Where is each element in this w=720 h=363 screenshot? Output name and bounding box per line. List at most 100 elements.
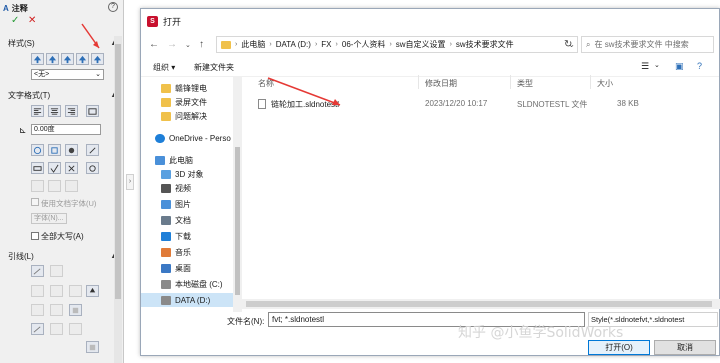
pm-title-text: 注释 xyxy=(11,3,28,13)
new-folder-button[interactable]: 新建文件夹 xyxy=(194,62,234,73)
all-caps-checkbox[interactable] xyxy=(31,232,39,240)
leader-style-button[interactable] xyxy=(31,323,44,335)
leader-extra-button[interactable] xyxy=(69,323,82,335)
leader-attach-button[interactable] xyxy=(86,341,99,353)
nav-scrollbar-thumb[interactable] xyxy=(235,147,240,295)
filename-label: 文件名(N): xyxy=(227,317,265,326)
nav-item[interactable]: 此电脑 xyxy=(141,153,242,167)
organize-button[interactable]: 组织 ▾ xyxy=(153,62,175,73)
nav-item[interactable]: 下载 xyxy=(141,229,242,243)
column-header-modified[interactable]: 修改日期 xyxy=(425,78,457,89)
address-bar[interactable]: › 此电脑 › DATA (D:) › FX › 06-个人资料 › sw自定义… xyxy=(216,36,578,53)
nav-item[interactable]: 视频 xyxy=(141,181,242,195)
style-select[interactable]: <无> ⌄ xyxy=(31,69,104,80)
nav-item[interactable]: 本地磁盘 (C:) xyxy=(141,277,242,291)
graphics-area[interactable]: › xyxy=(124,0,140,363)
gtol-button[interactable] xyxy=(31,162,44,174)
cancel-button[interactable]: 取消 xyxy=(654,340,716,355)
nav-item-label: 3D 对象 xyxy=(175,169,204,179)
leader-thickness-button[interactable] xyxy=(50,323,63,335)
nav-item[interactable]: 图片 xyxy=(141,197,242,211)
nav-item[interactable]: 录屏文件 xyxy=(141,95,242,109)
angle-input[interactable]: 0.00度 xyxy=(31,124,101,135)
align-left-button[interactable] xyxy=(31,105,44,117)
hole-callout-button[interactable] xyxy=(86,162,99,174)
list-horizontal-scrollbar[interactable] xyxy=(242,299,720,309)
back-icon[interactable]: ← xyxy=(149,39,159,50)
leader-underline-button[interactable] xyxy=(50,285,63,297)
search-input[interactable]: ⌕ 在 sw技术要求文件 中搜索 xyxy=(581,36,714,53)
breadcrumb[interactable]: sw自定义设置 xyxy=(393,39,449,50)
breadcrumb[interactable]: DATA (D:) xyxy=(273,40,314,49)
weld-symbol-button[interactable] xyxy=(65,162,78,174)
leader-right-button[interactable] xyxy=(50,304,63,316)
delete-style-button[interactable] xyxy=(61,53,74,65)
recent-locations-icon[interactable]: ⌄ xyxy=(185,41,191,49)
stack-button[interactable] xyxy=(31,180,44,192)
link-property-button[interactable] xyxy=(48,144,61,156)
watermark: 知乎 @小鱼学SolidWorks xyxy=(458,325,624,341)
datum-button[interactable] xyxy=(48,180,61,192)
breadcrumb[interactable]: 06-个人资料 xyxy=(339,39,389,50)
nav-item[interactable]: 3D 对象 xyxy=(141,167,242,181)
text-format-section-header[interactable]: 文字格式(T) ▲ xyxy=(8,90,120,102)
refresh-icon[interactable]: ↻ xyxy=(564,39,572,50)
column-header-type[interactable]: 类型 xyxy=(517,78,533,89)
document-icon xyxy=(161,215,171,225)
nav-item[interactable]: OneDrive - Perso xyxy=(141,131,242,145)
lock-symbol-button[interactable] xyxy=(86,144,99,156)
leader-section-header[interactable]: 引线(L) ▲ xyxy=(8,251,120,263)
view-icon[interactable]: ☰ xyxy=(641,61,649,72)
nav-scrollbar[interactable] xyxy=(233,77,242,312)
help-button[interactable]: ? xyxy=(108,2,118,12)
list-scrollbar-thumb[interactable] xyxy=(246,301,712,307)
add-style-button[interactable] xyxy=(46,53,59,65)
column-header-size[interactable]: 大小 xyxy=(597,78,613,89)
chevron-down-icon[interactable]: ⌄ xyxy=(654,61,660,69)
ok-button[interactable]: ✓ xyxy=(11,15,19,26)
column-header-name[interactable]: 名称 xyxy=(258,78,274,89)
leader-arrow-button[interactable] xyxy=(86,285,99,297)
nav-item[interactable]: 赣锋锂电 xyxy=(141,81,242,95)
surface-finish-button[interactable] xyxy=(48,162,61,174)
preview-pane-icon[interactable]: ▣ xyxy=(675,61,684,72)
format-button[interactable] xyxy=(65,180,78,192)
load-style-button[interactable] xyxy=(91,53,104,65)
open-button[interactable]: 打开(O) xyxy=(588,340,650,355)
expand-handle[interactable]: › xyxy=(126,174,134,190)
leader-auto-button[interactable] xyxy=(31,265,44,277)
cancel-pm-button[interactable]: ✕ xyxy=(28,15,36,26)
up-icon[interactable]: ↑ xyxy=(199,39,204,50)
font-button[interactable]: 字体(N)... xyxy=(31,213,67,224)
nav-item[interactable]: 音乐 xyxy=(141,245,242,259)
breadcrumb[interactable]: 此电脑 xyxy=(238,39,268,50)
justify-button[interactable] xyxy=(86,105,99,117)
file-type: SLDNOTESTL 文件 xyxy=(517,100,588,109)
pm-scrollbar-thumb[interactable] xyxy=(115,44,121,299)
breadcrumb[interactable]: sw技术要求文件 xyxy=(453,39,517,50)
nav-item[interactable]: 问题解决 xyxy=(141,109,242,123)
leader-left-button[interactable] xyxy=(31,304,44,316)
leader-bent-button[interactable] xyxy=(31,285,44,297)
align-center-button[interactable] xyxy=(48,105,61,117)
hyperlink-button[interactable] xyxy=(31,144,44,156)
help-icon[interactable]: ? xyxy=(697,61,702,71)
nav-item[interactable]: 文档 xyxy=(141,213,242,227)
use-doc-font-checkbox[interactable] xyxy=(31,198,39,206)
nav-item-label: 本地磁盘 (C:) xyxy=(175,279,223,289)
leader-spline-button[interactable] xyxy=(69,285,82,297)
align-right-button[interactable] xyxy=(65,105,78,117)
leader-nearest-button[interactable] xyxy=(69,304,82,316)
nav-item[interactable]: 桌面 xyxy=(141,261,242,275)
pm-title: A 注释 xyxy=(3,2,28,14)
style-section-header[interactable]: 样式(S) ▲ xyxy=(8,38,120,50)
nav-item[interactable]: DATA (D:) xyxy=(141,293,242,307)
symbol-button[interactable] xyxy=(65,144,78,156)
forward-icon[interactable]: → xyxy=(167,39,177,50)
pm-scrollbar[interactable] xyxy=(114,36,122,363)
leader-straight-button[interactable] xyxy=(50,265,63,277)
save-style-button[interactable] xyxy=(76,53,89,65)
file-row[interactable]: 链轮加工.sldnotestl 2023/12/20 10:17 SLDNOTE… xyxy=(258,99,639,111)
apply-style-button[interactable] xyxy=(31,53,44,65)
breadcrumb[interactable]: FX xyxy=(318,40,334,49)
